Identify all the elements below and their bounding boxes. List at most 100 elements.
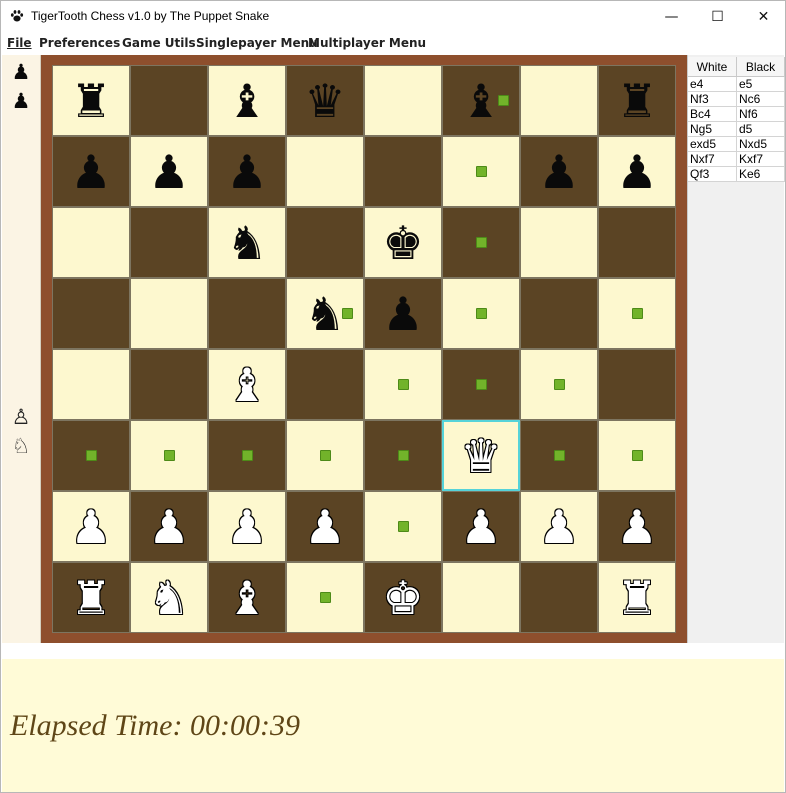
square-e1[interactable]: ♚: [364, 562, 442, 633]
square-d8[interactable]: ♛: [286, 65, 364, 136]
square-b2[interactable]: ♟: [130, 491, 208, 562]
square-c5[interactable]: [208, 278, 286, 349]
black-piece-b7[interactable]: ♟: [148, 149, 189, 195]
square-b7[interactable]: ♟: [130, 136, 208, 207]
square-d7[interactable]: [286, 136, 364, 207]
black-piece-a7[interactable]: ♟: [70, 149, 111, 195]
square-h5[interactable]: [598, 278, 676, 349]
white-piece-g2[interactable]: ♟: [538, 504, 579, 550]
square-b6[interactable]: [130, 207, 208, 278]
square-e4[interactable]: [364, 349, 442, 420]
black-piece-e5[interactable]: ♟: [382, 291, 423, 337]
square-a2[interactable]: ♟: [52, 491, 130, 562]
black-move[interactable]: Nxd5: [737, 137, 785, 152]
white-move[interactable]: Nf3: [688, 92, 737, 107]
square-a6[interactable]: [52, 207, 130, 278]
square-f1[interactable]: [442, 562, 520, 633]
white-piece-c2[interactable]: ♟: [226, 504, 267, 550]
move-target-indicator[interactable]: [320, 592, 331, 603]
square-c8[interactable]: ♝: [208, 65, 286, 136]
black-piece-d8[interactable]: ♛: [304, 78, 345, 124]
square-g6[interactable]: [520, 207, 598, 278]
square-b3[interactable]: [130, 420, 208, 491]
square-h3[interactable]: [598, 420, 676, 491]
menu-file[interactable]: File: [7, 36, 32, 50]
square-d4[interactable]: [286, 349, 364, 420]
square-e6[interactable]: ♚: [364, 207, 442, 278]
square-g7[interactable]: ♟: [520, 136, 598, 207]
white-piece-b1[interactable]: ♞: [148, 575, 189, 621]
square-d6[interactable]: [286, 207, 364, 278]
square-d5[interactable]: ♞: [286, 278, 364, 349]
move-target-indicator[interactable]: [476, 237, 487, 248]
black-move[interactable]: Nf6: [737, 107, 785, 122]
white-move[interactable]: exd5: [688, 137, 737, 152]
square-g4[interactable]: [520, 349, 598, 420]
square-e7[interactable]: [364, 136, 442, 207]
square-h1[interactable]: ♜: [598, 562, 676, 633]
square-c7[interactable]: ♟: [208, 136, 286, 207]
square-d2[interactable]: ♟: [286, 491, 364, 562]
minimize-button[interactable]: —: [649, 1, 694, 32]
square-d3[interactable]: [286, 420, 364, 491]
title-bar[interactable]: TigerTooth Chess v1.0 by The Puppet Snak…: [1, 1, 785, 32]
move-row[interactable]: e4 e5: [688, 77, 785, 92]
white-piece-c1[interactable]: ♝: [226, 575, 267, 621]
square-f4[interactable]: [442, 349, 520, 420]
black-move[interactable]: e5: [737, 77, 785, 92]
move-target-indicator[interactable]: [498, 95, 509, 106]
square-f3[interactable]: ♛: [442, 420, 520, 491]
square-g1[interactable]: [520, 562, 598, 633]
white-piece-a1[interactable]: ♜: [70, 575, 111, 621]
white-move[interactable]: Qf3: [688, 167, 737, 182]
move-target-indicator[interactable]: [164, 450, 175, 461]
white-piece-h2[interactable]: ♟: [616, 504, 657, 550]
square-a4[interactable]: [52, 349, 130, 420]
header-black[interactable]: Black: [737, 57, 785, 77]
white-piece-c4[interactable]: ♝: [226, 362, 267, 408]
square-g5[interactable]: [520, 278, 598, 349]
black-piece-h7[interactable]: ♟: [616, 149, 657, 195]
square-h8[interactable]: ♜: [598, 65, 676, 136]
black-piece-e6[interactable]: ♚: [382, 220, 423, 266]
square-h4[interactable]: [598, 349, 676, 420]
chess-board[interactable]: ♜ ♝ ♛ ♝ ♜ ♟ ♟ ♟ ♟ ♟ ♞ ♚ ♞ ♟ ♝ ♛ ♟ ♟ ♟ ♟ ♟ ♟ ♟ ♜ ♞ ♝ ♚ ♜: [52, 65, 677, 633]
move-target-indicator[interactable]: [476, 308, 487, 319]
move-target-indicator[interactable]: [242, 450, 253, 461]
white-piece-a2[interactable]: ♟: [70, 504, 111, 550]
move-target-indicator[interactable]: [554, 379, 565, 390]
header-white[interactable]: White: [688, 57, 737, 77]
move-row[interactable]: exd5 Nxd5: [688, 137, 785, 152]
move-target-indicator[interactable]: [476, 166, 487, 177]
square-h6[interactable]: [598, 207, 676, 278]
maximize-button[interactable]: ☐: [695, 1, 740, 32]
square-c4[interactable]: ♝: [208, 349, 286, 420]
square-c3[interactable]: [208, 420, 286, 491]
move-row[interactable]: Nxf7 Kxf7: [688, 152, 785, 167]
white-piece-h1[interactable]: ♜: [616, 575, 657, 621]
square-b5[interactable]: [130, 278, 208, 349]
menu-preferences[interactable]: Preferences: [39, 36, 120, 50]
square-a8[interactable]: ♜: [52, 65, 130, 136]
move-target-indicator[interactable]: [320, 450, 331, 461]
menu-game-utils[interactable]: Game Utils: [122, 36, 196, 50]
square-e2[interactable]: [364, 491, 442, 562]
black-piece-h8[interactable]: ♜: [616, 78, 657, 124]
square-h7[interactable]: ♟: [598, 136, 676, 207]
black-move[interactable]: d5: [737, 122, 785, 137]
move-target-indicator[interactable]: [476, 379, 487, 390]
move-target-indicator[interactable]: [554, 450, 565, 461]
move-row[interactable]: Qf3 Ke6: [688, 167, 785, 182]
white-move[interactable]: Nxf7: [688, 152, 737, 167]
white-move[interactable]: e4: [688, 77, 737, 92]
black-piece-f8[interactable]: ♝: [460, 78, 501, 124]
move-target-indicator[interactable]: [398, 379, 409, 390]
white-piece-f3[interactable]: ♛: [460, 433, 501, 479]
white-piece-b2[interactable]: ♟: [148, 504, 189, 550]
black-move[interactable]: Kxf7: [737, 152, 785, 167]
move-target-indicator[interactable]: [398, 450, 409, 461]
square-g2[interactable]: ♟: [520, 491, 598, 562]
square-a1[interactable]: ♜: [52, 562, 130, 633]
black-piece-a8[interactable]: ♜: [70, 78, 111, 124]
move-target-indicator[interactable]: [632, 308, 643, 319]
